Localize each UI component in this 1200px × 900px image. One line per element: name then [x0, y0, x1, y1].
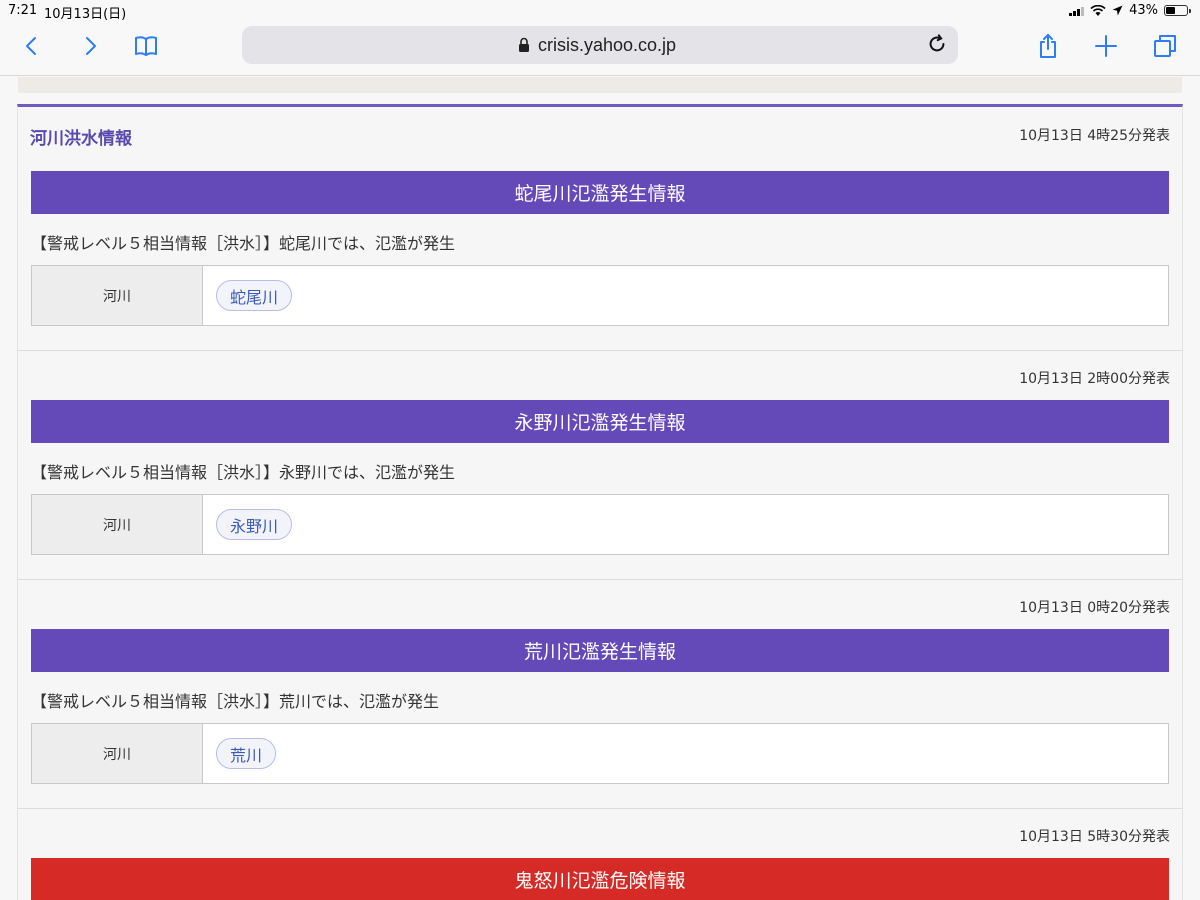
- issued-time: 10月13日 0時20分発表: [1019, 600, 1170, 616]
- browser-toolbar: crisis.yahoo.co.jp: [0, 22, 1200, 76]
- forward-icon[interactable]: [72, 28, 108, 64]
- share-icon[interactable]: [1030, 28, 1066, 64]
- river-table: 河川 永野川: [31, 494, 1169, 555]
- river-tag-link[interactable]: 荒川: [216, 738, 277, 769]
- back-icon[interactable]: [14, 28, 50, 64]
- alert-description: 【警戒レベル５相当情報［洪水］】蛇尾川では、氾濫が発生: [31, 234, 456, 253]
- battery-fill: [1166, 7, 1175, 14]
- page-header-strip: [18, 77, 1182, 93]
- issued-time: 10月13日 2時00分発表: [1019, 371, 1170, 387]
- river-table-label: 河川: [32, 724, 203, 783]
- status-bar: 7:21 10月13日(日) 43%: [0, 0, 1200, 22]
- battery-percent: 43%: [1129, 3, 1158, 18]
- cellular-signal-icon: [1069, 5, 1085, 16]
- status-time: 7:21: [8, 3, 38, 18]
- river-table: 河川 荒川: [31, 723, 1169, 784]
- river-table-label: 河川: [32, 495, 203, 554]
- lock-icon: [519, 37, 529, 52]
- entry-divider: [18, 808, 1182, 809]
- river-table: 河川 蛇尾川: [31, 265, 1169, 326]
- wifi-icon: [1090, 4, 1106, 16]
- section-title: 河川洪水情報: [30, 129, 132, 149]
- alert-headline: 荒川氾濫発生情報: [31, 629, 1169, 672]
- alert-headline: 鬼怒川氾濫危険情報: [31, 858, 1169, 900]
- status-date: 10月13日(日): [44, 7, 127, 22]
- battery-icon: [1164, 5, 1191, 16]
- address-bar[interactable]: crisis.yahoo.co.jp: [242, 26, 958, 64]
- river-table-label: 河川: [32, 266, 203, 325]
- reload-icon[interactable]: [926, 33, 950, 57]
- river-tag-link[interactable]: 蛇尾川: [216, 280, 293, 311]
- river-flood-info-card: 河川洪水情報 10月13日 4時25分発表 蛇尾川氾濫発生情報 【警戒レベル５相…: [17, 104, 1183, 900]
- tabs-icon[interactable]: [1147, 28, 1183, 64]
- url-text: crisis.yahoo.co.jp: [538, 35, 677, 55]
- alert-description: 【警戒レベル５相当情報［洪水］】荒川では、氾濫が発生: [31, 692, 440, 711]
- alert-headline: 蛇尾川氾濫発生情報: [31, 171, 1169, 214]
- river-tag-link[interactable]: 永野川: [216, 509, 293, 540]
- entry-divider: [18, 350, 1182, 351]
- alert-headline: 永野川氾濫発生情報: [31, 400, 1169, 443]
- status-indicators: 43%: [1069, 3, 1191, 18]
- entry-divider: [18, 579, 1182, 580]
- alert-description: 【警戒レベル５相当情報［洪水］】永野川では、氾濫が発生: [31, 463, 456, 482]
- bookmarks-icon[interactable]: [128, 28, 164, 64]
- location-arrow-icon: [1112, 5, 1123, 16]
- new-tab-icon[interactable]: [1088, 28, 1124, 64]
- issued-time: 10月13日 5時30分発表: [1019, 829, 1170, 845]
- issued-time: 10月13日 4時25分発表: [1019, 128, 1170, 144]
